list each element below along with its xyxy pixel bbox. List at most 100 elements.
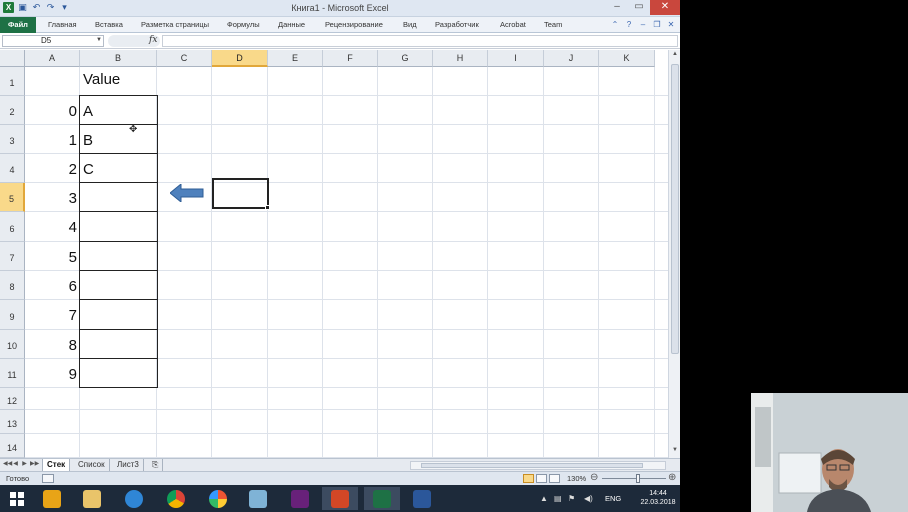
tab-data[interactable]: Данные [278,17,305,33]
taskbar-visual-studio[interactable] [282,487,318,510]
row-header-11[interactable]: 11 [0,359,25,388]
name-box[interactable]: D5 [2,35,104,47]
start-button[interactable] [0,487,34,510]
chevron-up-icon[interactable]: ▲ [540,494,548,503]
cell-a9[interactable]: 7 [25,300,80,330]
cell-a4[interactable]: 2 [25,154,80,183]
worksheet-grid[interactable]: ABCDEFGHIJK 1 2 3 4 5 6 7 8 9 10 11 12 13 14 Value 01… [0,50,668,458]
cell-b3[interactable]: B [79,124,158,154]
cell-a8[interactable]: 6 [25,271,80,300]
column-header-a[interactable]: A [25,50,80,67]
cell-a11[interactable]: 9 [25,359,80,388]
cell-a6[interactable]: 4 [25,212,80,242]
tab-file[interactable]: Файл [0,17,36,33]
column-header-e[interactable]: E [268,50,323,67]
row-header-9[interactable]: 9 [0,300,25,330]
column-header-g[interactable]: G [378,50,433,67]
row-header-3[interactable]: 3 [0,125,25,154]
cell-b10[interactable] [79,329,158,359]
zoom-out-icon[interactable]: ⊖ [590,472,598,483]
column-header-f[interactable]: F [323,50,378,67]
row-header-10[interactable]: 10 [0,330,25,359]
taskbar-powerpoint[interactable] [322,487,358,510]
cell-a2[interactable]: 0 [25,96,80,125]
horizontal-scrollbar[interactable] [410,461,666,470]
tab-insert[interactable]: Вставка [95,17,123,33]
clock[interactable]: 14:44 22.03.2018 [640,489,676,507]
vertical-scroll-thumb[interactable] [671,64,679,354]
page-layout-view-icon[interactable] [536,474,547,483]
vertical-scrollbar[interactable]: ▲ ▼ [668,50,680,458]
selected-cell-d5[interactable] [212,178,269,209]
close-workbook-icon[interactable]: ✕ [666,20,676,30]
scroll-down-icon[interactable]: ▼ [670,447,680,457]
cell-b9[interactable] [79,299,158,330]
taskbar-app-5[interactable] [200,487,236,510]
chevron-up-icon[interactable]: ⌃ [610,20,620,30]
taskbar-outlook[interactable] [34,487,70,510]
column-header-d[interactable]: D [212,50,268,67]
column-header-c[interactable]: C [157,50,212,67]
maximize-icon[interactable]: ▭ [628,0,650,15]
taskbar-explorer[interactable] [74,487,110,510]
next-sheet-icon[interactable]: ▶ [21,460,28,467]
zoom-in-icon[interactable]: ⊕ [668,472,676,483]
tab-page-layout[interactable]: Разметка страницы [141,17,209,33]
column-header-i[interactable]: I [488,50,544,67]
cell-b1[interactable]: Value [80,69,157,98]
language-indicator[interactable]: ENG [605,494,621,503]
taskbar-excel[interactable] [364,487,400,510]
network-icon[interactable]: ▤ [554,494,562,503]
cell-a7[interactable]: 5 [25,242,80,271]
column-header-j[interactable]: J [544,50,599,67]
cell-a10[interactable]: 8 [25,330,80,359]
cell-b7[interactable] [79,241,158,271]
volume-icon[interactable]: ◀) [584,494,593,503]
select-all-corner[interactable] [0,50,25,67]
minimize-icon[interactable]: – [606,0,628,15]
macro-record-icon[interactable] [42,474,54,483]
horizontal-scroll-thumb[interactable] [421,463,643,468]
restore-workbook-icon[interactable]: ❐ [652,20,662,30]
tab-acrobat[interactable]: Acrobat [500,17,526,33]
column-header-h[interactable]: H [433,50,488,67]
insert-sheet-icon[interactable]: ⎘ [148,459,164,471]
row-header-4[interactable]: 4 [0,154,25,183]
taskbar-app-6[interactable] [240,487,276,510]
tab-team[interactable]: Team [544,17,562,33]
tab-view[interactable]: Вид [403,17,417,33]
normal-view-icon[interactable] [523,474,534,483]
tab-review[interactable]: Рецензирование [325,17,383,33]
row-header-1[interactable]: 1 [0,67,25,96]
tab-developer[interactable]: Разработчик [435,17,479,33]
taskbar-ie[interactable] [116,487,152,510]
insert-function-icon[interactable]: fx [149,35,157,45]
cell-b5[interactable] [79,182,158,212]
cell-b2[interactable]: A [79,95,158,125]
help-icon[interactable]: ? [624,20,634,30]
cell-a5[interactable]: 3 [25,183,80,212]
tab-home[interactable]: Главная [48,17,77,33]
page-break-view-icon[interactable] [549,474,560,483]
chevron-down-icon[interactable]: ▼ [96,37,102,43]
cell-b11[interactable] [79,358,158,388]
cell-b4[interactable]: C [79,153,158,183]
close-icon[interactable]: ✕ [650,0,680,15]
row-header-7[interactable]: 7 [0,242,25,271]
formula-input[interactable] [162,35,678,47]
minimize-workbook-icon[interactable]: – [638,20,648,30]
row-header-2[interactable]: 2 [0,96,25,125]
taskbar-chrome[interactable] [158,487,194,510]
flag-icon[interactable]: ⚑ [568,494,575,503]
scroll-up-icon[interactable]: ▲ [670,51,680,61]
row-header-6[interactable]: 6 [0,212,25,242]
last-sheet-icon[interactable]: ▶▶ [30,460,39,467]
column-header-b[interactable]: B [80,50,157,67]
sheet-tab-list[interactable]: Список [74,459,110,471]
row-header-8[interactable]: 8 [0,271,25,300]
fill-handle[interactable] [265,205,270,210]
row-header-13[interactable]: 13 [0,410,25,434]
first-sheet-icon[interactable]: ◀◀ [3,460,12,467]
prev-sheet-icon[interactable]: ◀ [12,460,19,467]
zoom-slider[interactable] [602,478,666,479]
